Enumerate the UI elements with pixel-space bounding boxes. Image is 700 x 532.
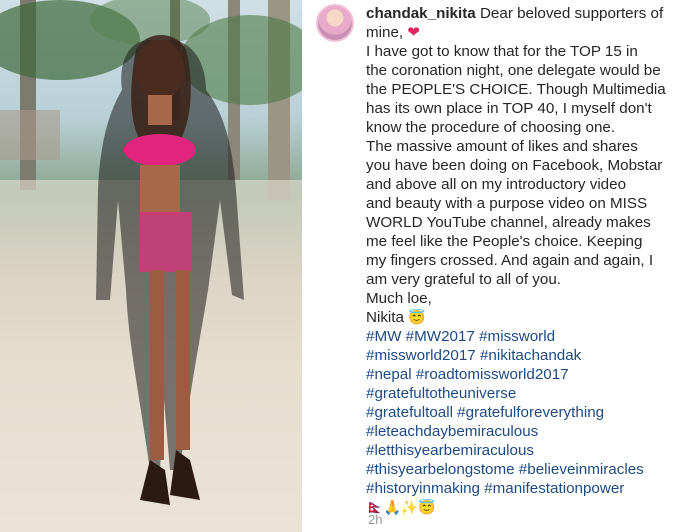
background-people bbox=[0, 110, 60, 160]
sparkles-icon: ✨ bbox=[400, 499, 419, 515]
caption-line: my fingers crossed. And again and again,… bbox=[366, 252, 654, 269]
hashtag-line[interactable]: #gratefultoall #gratefulforeverything bbox=[366, 403, 696, 422]
beach-scene bbox=[0, 0, 302, 532]
folded-hands-icon: 🙏 bbox=[383, 499, 401, 515]
hashtag-line[interactable]: #thisyearbelongstome #believeinmiracles bbox=[366, 460, 696, 479]
hashtag-line[interactable]: #historyinmaking #manifestationpower bbox=[366, 479, 696, 498]
caption-line: has its own place in TOP 40, I myself do… bbox=[366, 100, 652, 117]
caption-line: you have been doing on Facebook, Mobstar bbox=[366, 157, 663, 174]
emoji-row: 🇳🇵🙏✨😇 bbox=[366, 498, 696, 517]
caption-line: Dear beloved supporters of bbox=[479, 5, 664, 22]
caption-line: Much loe, bbox=[366, 290, 432, 307]
username[interactable]: chandak_nikita bbox=[366, 5, 476, 22]
caption-line: WORLD YouTube channel, already makes bbox=[366, 214, 651, 231]
caption-text: chandak_nikita Dear beloved supporters o… bbox=[366, 4, 696, 517]
hashtag-line[interactable]: #leteachdaybemiraculous bbox=[366, 422, 696, 441]
heart-emoji-icon: ❤ bbox=[407, 24, 421, 41]
post-photo bbox=[0, 0, 302, 532]
caption-line: the coronation night, one delegate would… bbox=[366, 62, 661, 79]
caption-line: and above all on my introductory video bbox=[366, 176, 627, 193]
hashtag-line[interactable]: #gratefultotheuniverse bbox=[366, 384, 696, 403]
caption-line: Nikita bbox=[366, 309, 404, 326]
caption-line: me feel like the People's choice. Keepin… bbox=[366, 233, 643, 250]
caption-line: the PEOPLE'S CHOICE. Though Multimedia bbox=[366, 81, 666, 98]
caption-line: am very grateful to all of you. bbox=[366, 271, 561, 288]
caption-line: know the procedure of choosing one. bbox=[366, 119, 616, 136]
caption-line: The massive amount of likes and shares bbox=[366, 138, 638, 155]
hashtag-line[interactable]: #missworld2017 #nikitachandak bbox=[366, 346, 696, 365]
hashtag-line[interactable]: #MW #MW2017 #missworld bbox=[366, 327, 696, 346]
hashtag-line[interactable]: #nepal #roadtomissworld2017 bbox=[366, 365, 696, 384]
halo-emoji-icon: 😇 bbox=[408, 309, 426, 325]
post-caption-panel: chandak_nikita Dear beloved supporters o… bbox=[310, 0, 696, 532]
timestamp: 2h bbox=[368, 512, 383, 527]
hashtag-line[interactable]: #letthisyearbemiraculous bbox=[366, 441, 696, 460]
caption-line: mine, bbox=[366, 24, 404, 41]
halo-emoji-icon: 😇 bbox=[418, 499, 436, 515]
avatar[interactable] bbox=[316, 4, 354, 42]
caption-line: and beauty with a purpose video on MISS bbox=[366, 195, 648, 212]
caption-line: I have got to know that for the TOP 15 i… bbox=[366, 43, 638, 60]
